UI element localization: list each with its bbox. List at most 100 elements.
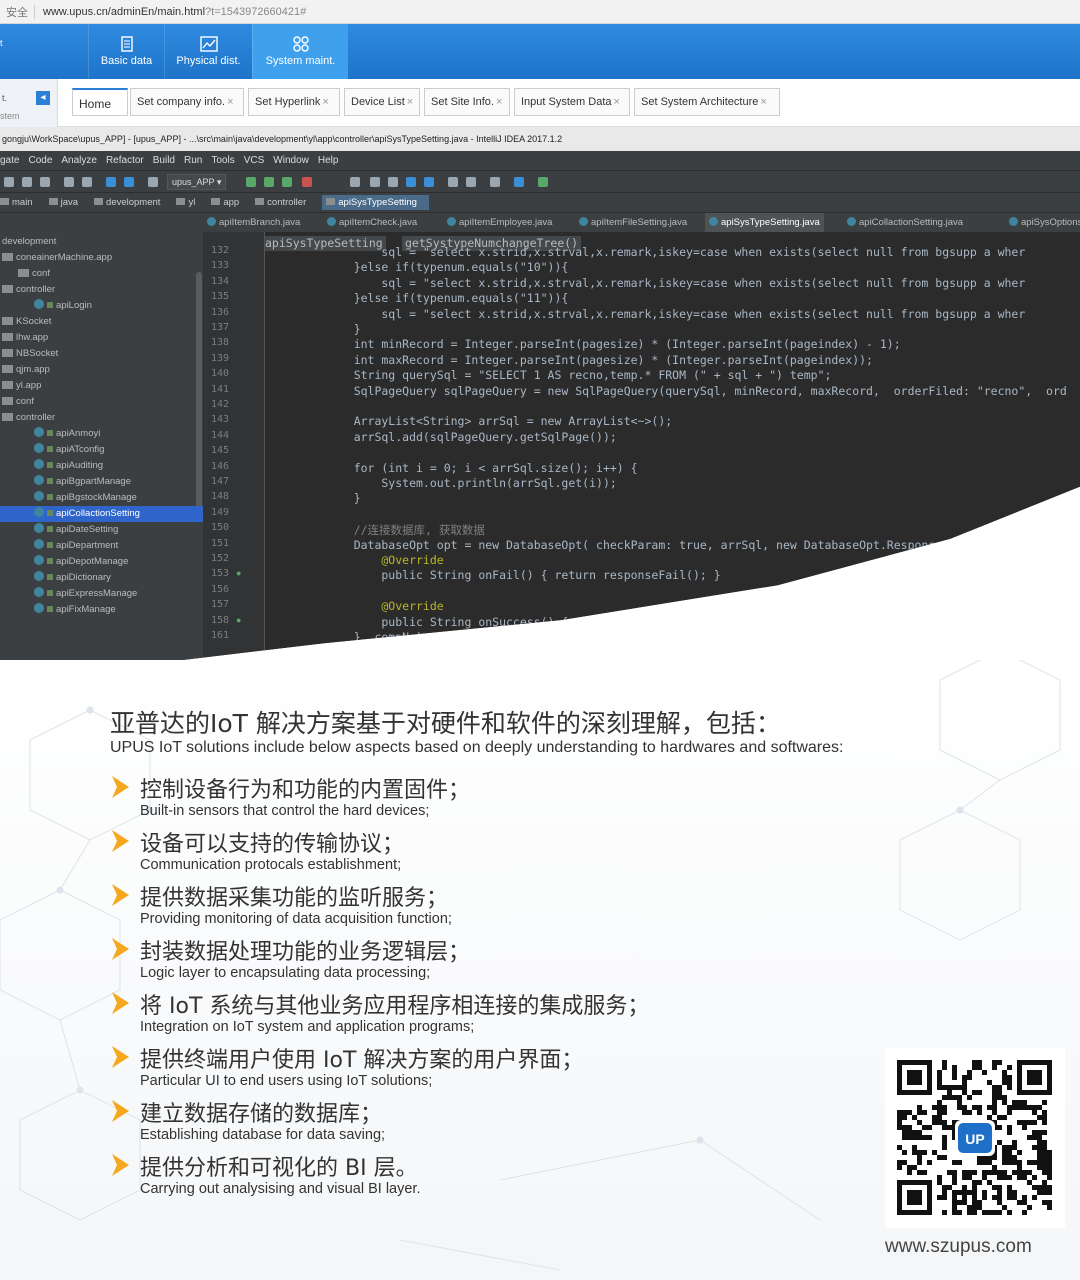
vcs-update-icon[interactable] (350, 177, 360, 187)
project-structure-icon[interactable] (466, 177, 476, 187)
editor-tab[interactable]: apiSysTypeSetting.java (705, 213, 824, 233)
build-icon[interactable] (148, 177, 158, 187)
vcs-history-icon[interactable] (406, 177, 416, 187)
vcs-compare-icon[interactable] (388, 177, 398, 187)
tree-item[interactable]: apiBgstockManage (0, 490, 137, 506)
ide-menu-item[interactable]: Refactor (106, 155, 144, 166)
cut-icon[interactable] (4, 177, 14, 187)
tab-set-system-architecture[interactable]: Set System Architecture × (634, 88, 780, 116)
editor-tab[interactable]: apiSysOptions (1005, 213, 1080, 233)
tree-item[interactable]: qjm.app (0, 362, 50, 378)
override-marker-icon[interactable]: ● (236, 615, 241, 625)
tree-item[interactable]: coneainerMachine.app (0, 250, 112, 266)
tab-set-company-info[interactable]: Set company info. × (130, 88, 244, 116)
editor-tab[interactable]: apiItemBranch.java (203, 213, 304, 233)
ide-menu-item[interactable]: Window (273, 155, 309, 166)
tree-item[interactable]: conf (0, 394, 34, 410)
tree-item[interactable]: apiLogin (0, 298, 92, 314)
ide-menu-item[interactable]: Build (153, 155, 175, 166)
tree-item[interactable]: apiFixManage (0, 602, 116, 618)
close-icon[interactable]: × (322, 96, 328, 108)
override-marker-icon[interactable]: ● (236, 568, 241, 578)
nav-system-maint[interactable]: System maint. (252, 24, 348, 79)
code-line: arrSql.add(sqlPageQuery.getSqlPage()); (326, 429, 617, 444)
tree-item[interactable]: yl.app (0, 378, 41, 394)
breadcrumb-item[interactable]: development (94, 197, 168, 208)
settings-icon[interactable] (448, 177, 458, 187)
close-icon[interactable]: × (614, 96, 620, 108)
find-icon[interactable] (64, 177, 74, 187)
breadcrumb-item[interactable]: apiSysTypeSetting (322, 195, 429, 210)
back-icon[interactable] (106, 177, 116, 187)
tree-item[interactable]: apiBgpartManage (0, 474, 131, 490)
ide-menu-item[interactable]: Help (318, 155, 339, 166)
tab-home[interactable]: Home (72, 88, 128, 116)
browser-address-bar[interactable]: 安全 www.upus.cn/adminEn/main.html?t=15439… (0, 0, 1080, 24)
editor-tab[interactable]: apiItemEmployee.java (443, 213, 556, 233)
editor-tab[interactable]: apiItemFileSetting.java (575, 213, 691, 233)
tree-item[interactable]: apiDictionary (0, 570, 111, 586)
ide-menu-item[interactable]: Run (184, 155, 202, 166)
tree-item[interactable]: apiAnmoyi (0, 426, 100, 442)
java-class-icon (34, 299, 44, 309)
breadcrumb-item[interactable]: controller (255, 197, 314, 208)
breadcrumb-item[interactable]: app (211, 197, 247, 208)
project-scrollbar[interactable] (196, 272, 202, 522)
sdk-icon[interactable] (490, 177, 500, 187)
breadcrumb-item[interactable]: yl (176, 197, 203, 208)
debug-icon[interactable] (264, 177, 274, 187)
close-icon[interactable]: × (760, 96, 766, 108)
tree-item[interactable]: NBSocket (0, 346, 58, 362)
close-icon[interactable]: × (407, 96, 413, 108)
url-text[interactable]: www.upus.cn/adminEn/main.html?t=15439726… (43, 6, 306, 18)
tab-set-site-info[interactable]: Set Site Info. × (424, 88, 510, 116)
tree-item[interactable]: apiATconfig (0, 442, 104, 458)
editor-tab[interactable]: apiCollactionSetting.java (843, 213, 967, 233)
tree-item[interactable]: controller (0, 282, 55, 298)
copy-icon[interactable] (22, 177, 32, 187)
tree-item[interactable]: controller (0, 410, 55, 426)
editor-tab-label: apiSysTypeSetting.java (721, 217, 820, 228)
tree-item[interactable]: KSocket (0, 314, 51, 330)
run-config-select[interactable]: upus_APP ▾ (167, 174, 227, 190)
tree-item[interactable]: apiAuditing (0, 458, 103, 474)
ide-menu-item[interactable]: Code (28, 155, 52, 166)
tree-item[interactable]: conf (0, 266, 50, 282)
tree-item[interactable]: apiDateSetting (0, 522, 118, 538)
tab-input-system-data[interactable]: Input System Data × (514, 88, 630, 116)
editor-tab[interactable]: apiItemCheck.java (323, 213, 421, 233)
ide-menu-item[interactable]: Tools (211, 155, 234, 166)
nav-basic-data[interactable]: Basic data (88, 24, 164, 79)
ide-menu-item[interactable]: Analyze (61, 155, 97, 166)
replace-icon[interactable] (82, 177, 92, 187)
run-icon[interactable] (246, 177, 256, 187)
ide-menu-item[interactable]: VCS (244, 155, 265, 166)
tab-device-list[interactable]: Device List × (344, 88, 420, 116)
breadcrumb-item[interactable]: java (48, 197, 86, 208)
vcs-revert-icon[interactable] (424, 177, 434, 187)
vcs-commit-icon[interactable] (370, 177, 380, 187)
stop-icon[interactable] (302, 177, 312, 187)
folder-icon (2, 397, 13, 405)
breadcrumb-item[interactable]: main (0, 197, 41, 208)
website-url[interactable]: www.szupus.com (885, 1236, 1032, 1258)
help-icon[interactable] (514, 177, 524, 187)
collapse-icon[interactable]: ◂ (36, 91, 50, 105)
close-icon[interactable]: × (496, 96, 502, 108)
tab-set-hyperlink[interactable]: Set Hyperlink × (248, 88, 340, 116)
forward-icon[interactable] (124, 177, 134, 187)
tree-item[interactable]: apiDepartment (0, 538, 118, 554)
close-icon[interactable]: × (227, 96, 233, 108)
breadcrumb-label: apiSysTypeSetting (338, 197, 417, 208)
tree-item[interactable]: development (0, 234, 56, 250)
tree-label: apiExpressManage (56, 588, 138, 599)
plugin-icon[interactable] (538, 177, 548, 187)
tree-item[interactable]: lhw.app (0, 330, 48, 346)
ide-menu-item[interactable]: gate (0, 155, 19, 166)
coverage-icon[interactable] (282, 177, 292, 187)
paste-icon[interactable] (40, 177, 50, 187)
tree-item[interactable]: apiCollactionSetting (0, 506, 203, 522)
tree-item[interactable]: apiExpressManage (0, 586, 137, 602)
nav-physical-dist[interactable]: Physical dist. (164, 24, 252, 79)
tree-item[interactable]: apiDepotManage (0, 554, 128, 570)
